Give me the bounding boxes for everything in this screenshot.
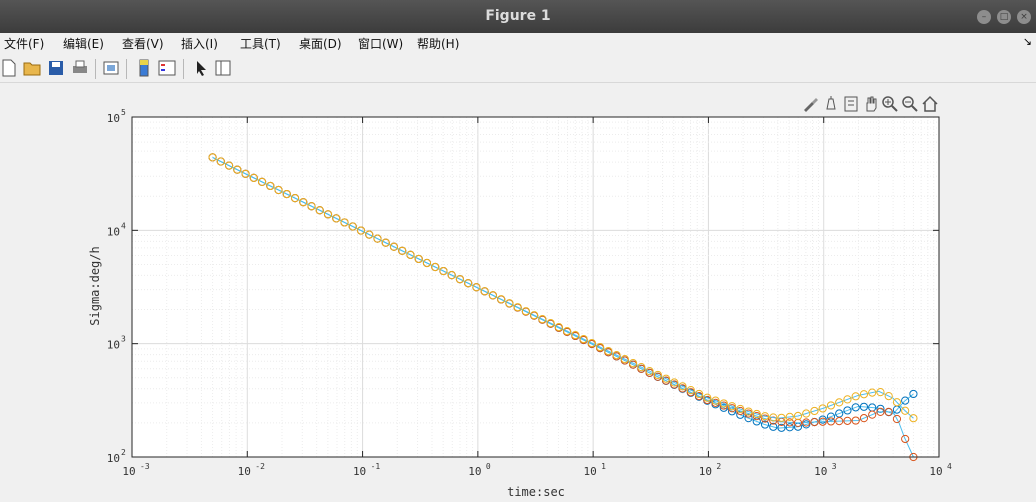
menu-insert[interactable]: 插入(I): [181, 35, 218, 52]
open-icon[interactable]: [23, 59, 41, 77]
x-tick-label: 10: [584, 465, 597, 478]
menu-desktop[interactable]: 桌面(D): [299, 35, 342, 52]
x-axis-label: time:sec: [507, 485, 565, 499]
y-tick-label: 10: [107, 225, 120, 238]
menu-edit[interactable]: 编辑(E): [63, 35, 104, 52]
menu-window[interactable]: 窗口(W): [358, 35, 403, 52]
maximize-button[interactable]: □: [997, 10, 1011, 24]
x-tick-exponent: 0: [486, 462, 491, 471]
new-figure-icon[interactable]: [0, 59, 18, 77]
y-tick-exponent: 5: [121, 108, 126, 117]
x-tick-exponent: 4: [947, 462, 952, 471]
minimize-button[interactable]: –: [977, 10, 991, 24]
x-tick-label: 10: [353, 465, 366, 478]
chart: 10 -3 10 -2 10 -1 10 0 10 1 10 2 10 3 10 410 210 310 410 5 …: [88, 108, 952, 499]
pointer-icon[interactable]: [192, 59, 210, 77]
x-tick-label: 10: [238, 465, 251, 478]
y-tick-label: 10: [107, 112, 120, 125]
x-tick-exponent: -3: [140, 462, 150, 471]
x-tick-exponent: 2: [716, 462, 721, 471]
close-button[interactable]: ×: [1017, 10, 1031, 24]
menu-bar: 文件(F) 编辑(E) 查看(V) 插入(I) 工具(T) 桌面(D) 窗口(W…: [0, 33, 1036, 53]
menu-view[interactable]: 查看(V): [122, 35, 164, 52]
link-plot-icon[interactable]: [102, 59, 120, 77]
x-tick-exponent: 3: [832, 462, 837, 471]
x-tick-label: 10: [699, 465, 712, 478]
colorbar-icon[interactable]: [135, 59, 153, 77]
x-tick-label: 10: [929, 465, 942, 478]
print-icon[interactable]: [71, 59, 89, 77]
menu-file[interactable]: 文件(F): [4, 35, 44, 52]
y-axis-label: Sigma:deg/h: [88, 246, 102, 325]
y-tick-exponent: 3: [121, 335, 126, 344]
y-tick-label: 10: [107, 339, 120, 352]
window-title: Figure 1: [485, 8, 551, 24]
y-tick-label: 10: [107, 452, 120, 465]
legend-icon[interactable]: [158, 59, 176, 77]
x-tick-label: 10: [814, 465, 827, 478]
x-tick-exponent: -2: [255, 462, 265, 471]
y-tick-exponent: 2: [121, 448, 126, 457]
x-tick-label: 10: [468, 465, 481, 478]
y-tick-exponent: 4: [121, 221, 126, 230]
figure-toolbar: [0, 53, 1036, 83]
save-icon[interactable]: [47, 59, 65, 77]
title-bar: Figure 1 – □ ×: [0, 0, 1036, 33]
property-editor-icon[interactable]: [214, 59, 232, 77]
x-tick-exponent: 1: [601, 462, 606, 471]
x-tick-exponent: -1: [371, 462, 381, 471]
arrow-icon[interactable]: ↘: [1023, 35, 1032, 48]
menu-help[interactable]: 帮助(H): [417, 35, 459, 52]
x-tick-label: 10: [122, 465, 135, 478]
menu-tools[interactable]: 工具(T): [240, 35, 281, 52]
